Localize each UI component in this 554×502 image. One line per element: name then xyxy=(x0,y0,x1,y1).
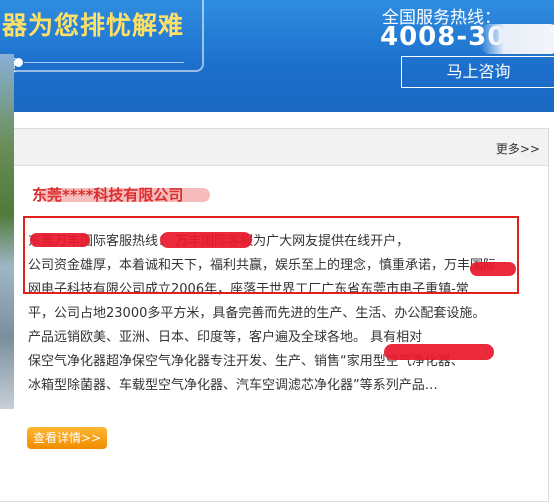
company-photo xyxy=(0,54,14,409)
redaction-scribble xyxy=(40,188,210,202)
banner-divider xyxy=(24,62,184,63)
more-link[interactable]: 更多>> xyxy=(496,140,540,157)
banner-slogan: 器为您排忧解难 xyxy=(2,11,185,40)
view-details-button[interactable]: 查看详情>> xyxy=(27,427,107,449)
redaction-mask xyxy=(480,24,554,54)
banner-dot xyxy=(14,58,23,67)
description-line: 平，公司占地23000多平方米，具备完善而先进的生产、生活、办公配套设施。 xyxy=(28,306,486,321)
consult-button[interactable]: 马上咨询 xyxy=(401,56,554,88)
redaction-scribble xyxy=(384,344,494,360)
highlight-box xyxy=(23,216,519,294)
top-banner: 器为您排忧解难 预 全国服务热线： 4008-300 马上咨询 xyxy=(0,0,554,112)
panel-header: 更多>> xyxy=(0,129,548,166)
description-line: 冰箱型除菌器、车载型空气净化器、汽车空调滤芯净化器”等系列产品… xyxy=(28,378,438,393)
